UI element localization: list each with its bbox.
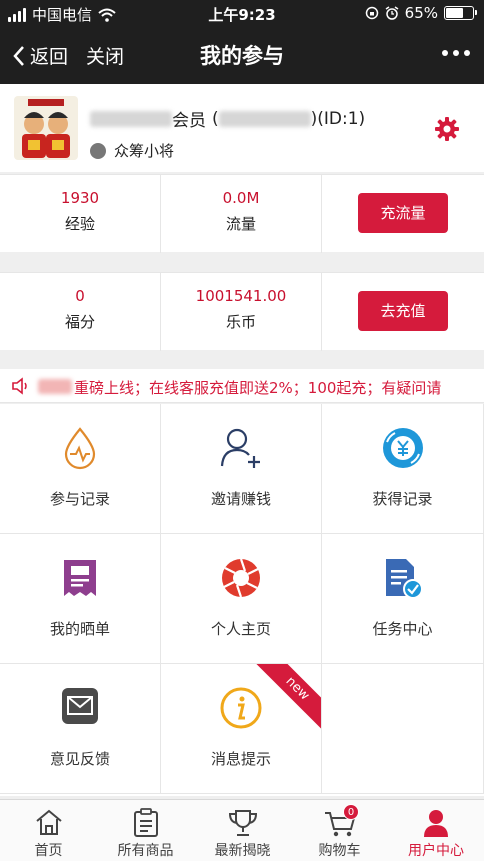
aperture-icon — [222, 558, 260, 598]
tab-latest-results[interactable]: 最新揭晓 — [194, 800, 291, 861]
status-bar: 中国电信 上午9:23 65% — [0, 0, 484, 28]
announcement-redacted — [38, 379, 72, 394]
profile-card: 会员 ( )(ID:1) 众筹小将 — [0, 84, 484, 172]
stats-row-experience: 1930 经验 0.0M 流量 充流量 — [0, 174, 484, 253]
tab-cart[interactable]: 0 购物车 — [291, 800, 388, 861]
grid-label: 个人主页 — [210, 620, 271, 638]
stat-label: 经验 — [64, 215, 95, 233]
member-label: 会员 — [172, 111, 206, 131]
id-open: ( — [212, 108, 219, 129]
stat-value: 0 — [75, 287, 85, 305]
grid-label: 我的晒单 — [49, 620, 110, 638]
page: 中国电信 上午9:23 65% 返回 关闭 我的参与 会员 ()(ID:1) … — [0, 0, 484, 861]
announcement-text: 重磅上线；在线客服充值即送2%；100起充；有疑问请 — [74, 379, 442, 397]
name-redacted — [90, 110, 172, 127]
tab-home[interactable]: 首页 — [0, 800, 97, 861]
announcement-bar[interactable]: 重磅上线；在线客服充值即送2%；100起充；有疑问请 — [0, 369, 484, 403]
home-icon — [35, 809, 62, 835]
stat-value: 1930 — [60, 189, 100, 207]
stat-experience[interactable]: 1930 经验 — [0, 175, 161, 253]
task-doc-icon — [385, 559, 423, 599]
stat-label: 流量 — [225, 215, 256, 233]
member-level: 众筹小将 — [90, 140, 174, 161]
level-badge-icon — [90, 142, 106, 159]
member-id: )(ID:1) — [310, 108, 366, 129]
close-button[interactable]: 关闭 — [86, 42, 124, 69]
user-icon — [424, 810, 448, 837]
alarm-icon — [385, 6, 399, 20]
feature-grid: 参与记录 邀请赚钱 获得记录 我的晒单 个人主页 任务中心 意见反馈 new 消… — [0, 404, 484, 796]
info-icon — [220, 687, 262, 729]
stat-points[interactable]: 0 福分 — [0, 273, 161, 351]
grid-label: 任务中心 — [372, 620, 433, 638]
grid-item-win-records[interactable]: 获得记录 — [322, 404, 484, 534]
page-title: 我的参与 — [200, 44, 284, 68]
grid-item-messages[interactable]: new 消息提示 — [161, 664, 322, 794]
battery-percent: 65% — [404, 4, 438, 22]
grid-item-personal-page[interactable]: 个人主页 — [161, 534, 322, 664]
stat-coins[interactable]: 1001541.00 乐币 — [161, 273, 322, 351]
trophy-icon — [228, 810, 257, 836]
stat-label: 乐币 — [225, 313, 256, 331]
gear-icon[interactable] — [434, 116, 460, 142]
add-user-icon — [220, 428, 260, 468]
tab-all-products[interactable]: 所有商品 — [97, 800, 194, 861]
grid-item-my-posts[interactable]: 我的晒单 — [0, 534, 161, 664]
envelope-icon — [62, 688, 98, 724]
stat-data-traffic[interactable]: 0.0M 流量 — [161, 175, 322, 253]
grid-item-participation-records[interactable]: 参与记录 — [0, 404, 161, 534]
tab-label: 首页 — [34, 843, 63, 859]
stats-row-balance: 0 福分 1001541.00 乐币 去充值 — [0, 272, 484, 351]
back-label: 返回 — [30, 46, 69, 68]
tab-bar: 首页 所有商品 最新揭晓 0 购物车 用户中心 — [0, 799, 484, 861]
rotation-lock-icon — [365, 6, 378, 20]
grid-item-feedback[interactable]: 意见反馈 — [0, 664, 161, 794]
recharge-traffic-button[interactable]: 充流量 — [358, 193, 448, 233]
go-recharge-button[interactable]: 去充值 — [358, 291, 448, 331]
more-icon[interactable] — [442, 50, 470, 56]
speaker-icon — [12, 377, 27, 395]
tab-label: 用户中心 — [408, 843, 464, 859]
status-right: 65% — [365, 4, 477, 22]
receipt-icon — [64, 560, 96, 596]
grid-label: 参与记录 — [49, 490, 110, 508]
grid-item-task-center[interactable]: 任务中心 — [322, 534, 484, 664]
grid-item-invite-earn[interactable]: 邀请赚钱 — [161, 404, 322, 534]
tab-label: 购物车 — [318, 843, 361, 859]
tab-user-center[interactable]: 用户中心 — [388, 800, 484, 861]
back-button[interactable]: 返回 — [12, 42, 68, 69]
stat-label: 福分 — [64, 313, 95, 331]
nav-bar: 返回 关闭 我的参与 — [0, 28, 484, 84]
clipboard-icon — [133, 808, 158, 837]
yuan-coin-icon — [382, 428, 423, 468]
phone-redacted — [218, 110, 311, 127]
drop-pulse-icon — [64, 427, 96, 470]
avatar[interactable] — [14, 96, 78, 160]
level-label: 众筹小将 — [114, 142, 175, 160]
grid-label: 邀请赚钱 — [210, 490, 271, 508]
member-name: 会员 ( )(ID:1) — [90, 106, 365, 131]
tab-label: 所有商品 — [117, 843, 174, 859]
cart-count-badge: 0 — [343, 804, 359, 820]
stat-value: 0.0M — [222, 189, 260, 207]
battery-icon — [444, 6, 477, 20]
tab-label: 最新揭晓 — [214, 843, 271, 859]
stat-value: 1001541.00 — [195, 287, 287, 305]
grid-item-empty — [322, 664, 484, 794]
grid-label: 意见反馈 — [49, 750, 110, 768]
chevron-left-icon — [13, 45, 24, 66]
grid-label: 消息提示 — [210, 750, 271, 768]
grid-label: 获得记录 — [372, 490, 433, 508]
